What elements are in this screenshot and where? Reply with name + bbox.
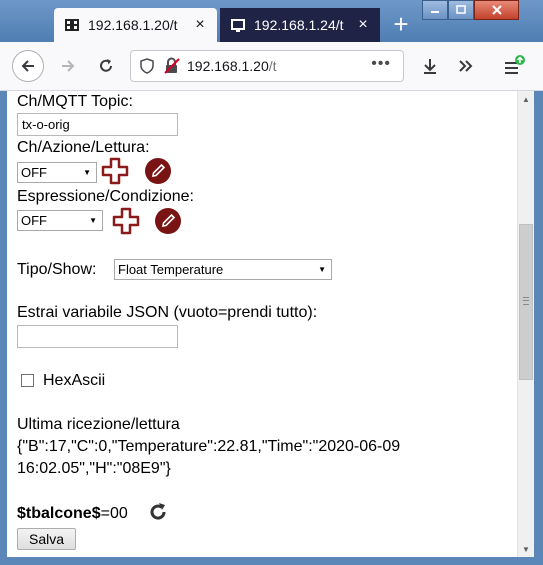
save-button[interactable]: Salva [17,528,76,550]
tab-close-icon[interactable]: × [354,16,372,34]
add-icon[interactable] [112,207,140,235]
azione-select-value: OFF [21,165,47,180]
navigation-toolbar: 192.168.1.20/t ••• [0,42,543,91]
reload-button[interactable] [90,50,122,82]
tab-title: 192.168.1.20/t [88,17,178,33]
mqtt-topic-label: Ch/MQTT Topic: [17,93,133,110]
json-label: Estrai variabile JSON (vuoto=prendi tutt… [17,304,318,321]
hexascii-label: HexAscii [43,372,106,389]
address-bar[interactable]: 192.168.1.20/t ••• [130,50,404,82]
minimize-button[interactable] [422,0,448,20]
page-scrollbar[interactable]: ▲ ▼ [517,91,534,557]
window-controls [422,0,519,20]
ultima-value-line-1: {"B":17,"C":0,"Temperature":22.81,"Time"… [17,438,401,455]
hamburger-menu-button[interactable] [498,50,530,82]
edit-icon[interactable] [154,207,182,235]
arrow-right-icon [62,60,75,72]
shield-icon[interactable] [139,58,155,74]
espressione-select[interactable]: OFF ▼ [17,210,103,231]
maximize-button[interactable] [448,0,474,20]
page-favicon-icon [231,19,245,32]
downloads-button[interactable] [414,50,446,82]
overflow-menu-button[interactable] [450,50,482,82]
add-icon[interactable] [101,157,129,185]
tab-inactive[interactable]: 192.168.1.24/t × [220,8,380,42]
hexascii-checkbox[interactable] [21,374,34,387]
edit-icon[interactable] [144,157,172,185]
json-input[interactable] [17,325,178,348]
forward-button[interactable] [52,50,84,82]
page-actions-button[interactable]: ••• [371,55,391,73]
tab-close-icon[interactable]: × [191,16,209,34]
ultima-value-line-2: 16:02.05","H":"08E9"} [17,460,171,477]
chevron-down-icon: ▼ [83,168,91,177]
scroll-down-icon[interactable]: ▼ [518,541,534,557]
mqtt-topic-input[interactable] [17,113,178,136]
url-text: 192.168.1.20/t [187,58,277,74]
espressione-label: Espressione/Condizione: [17,188,194,205]
azione-select[interactable]: OFF ▼ [17,162,97,183]
back-button[interactable] [12,50,44,82]
title-bar: 192.168.1.20/t × 192.168.1.24/t × + [0,0,543,42]
tab-title: 192.168.1.24/t [254,17,344,33]
window-close-button[interactable] [474,0,519,20]
page-favicon-icon [65,19,79,31]
variable-name: $tbalcone$ [17,505,101,522]
minimize-icon [431,11,439,13]
menu-update-icon [505,55,525,74]
chevron-down-icon: ▼ [89,216,97,225]
tipo-select-value: Float Temperature [118,262,224,277]
reload-icon [100,59,112,72]
chevron-double-right-icon [459,60,473,72]
scroll-up-icon[interactable]: ▲ [518,91,534,107]
tipo-select[interactable]: Float Temperature ▼ [114,259,332,280]
grip-icon [523,297,529,305]
url-host: 192.168.1.20 [187,58,269,74]
url-path: /t [268,58,277,74]
scrollbar-thumb[interactable] [519,224,533,380]
ultima-label: Ultima ricezione/lettura [17,416,180,433]
tipo-label: Tipo/Show: [17,261,97,278]
refresh-icon[interactable] [147,501,169,523]
espressione-select-value: OFF [21,213,47,228]
insecure-lock-icon[interactable] [163,57,181,75]
arrow-left-icon [21,60,34,72]
variable-readout: $tbalcone$=00 [17,505,128,523]
variable-value: =00 [100,505,128,522]
page-content: Ch/MQTT Topic: Ch/Azione/Lettura: OFF ▼ … [7,91,517,557]
new-tab-button[interactable]: + [388,11,414,38]
azione-label: Ch/Azione/Lettura: [17,139,150,156]
close-icon [491,5,502,15]
tab-active[interactable]: 192.168.1.20/t × [54,8,217,42]
chevron-down-icon: ▼ [318,265,326,274]
maximize-icon [456,5,466,14]
download-icon [424,59,436,74]
